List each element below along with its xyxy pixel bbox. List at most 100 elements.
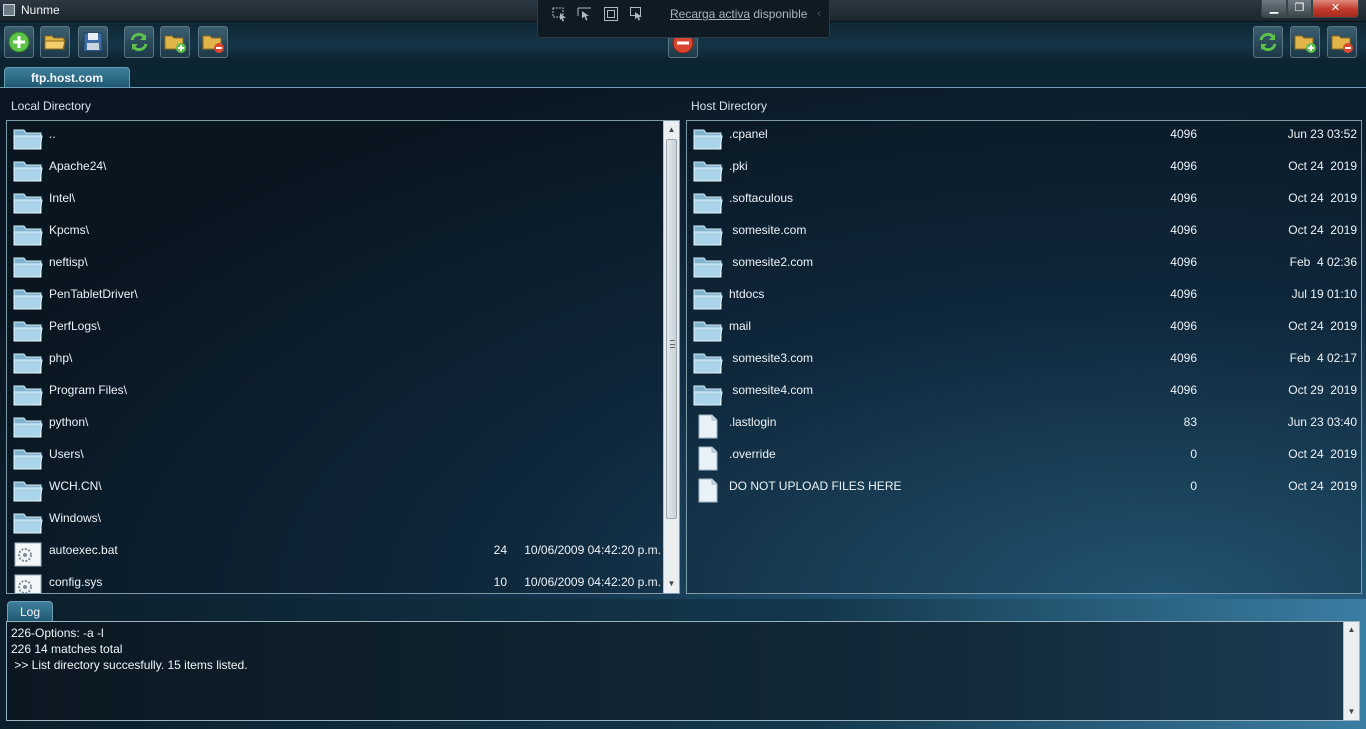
host-size: 83 bbox=[1183, 415, 1197, 429]
host-row[interactable]: htdocs 4096 Jul 19 01:10 bbox=[687, 281, 1361, 313]
local-refresh-button[interactable] bbox=[124, 26, 154, 58]
local-new-folder-button[interactable] bbox=[160, 26, 190, 58]
local-row[interactable]: .. bbox=[7, 121, 679, 153]
host-row[interactable]: mail 4096 Oct 24 2019 bbox=[687, 313, 1361, 345]
reload-banner-text[interactable]: Recarga activa disponible bbox=[670, 7, 807, 21]
host-name: .lastlogin bbox=[729, 415, 777, 429]
local-name: php\ bbox=[49, 351, 73, 365]
host-date: Feb 4 02:17 bbox=[1289, 351, 1357, 365]
local-row[interactable]: autoexec.bat 24 10/06/2009 04:42:20 p.m. bbox=[7, 537, 679, 569]
open-folder-button[interactable] bbox=[40, 26, 70, 58]
system-file-icon bbox=[13, 542, 43, 567]
host-size: 4096 bbox=[1170, 255, 1197, 269]
local-row[interactable]: WCH.CN\ bbox=[7, 473, 679, 505]
local-row[interactable]: config.sys 10 10/06/2009 04:42:20 p.m. bbox=[7, 569, 679, 593]
folder-icon bbox=[693, 382, 723, 407]
local-row[interactable]: Users\ bbox=[7, 441, 679, 473]
folder-icon bbox=[13, 318, 43, 343]
file-icon bbox=[693, 446, 723, 471]
connection-tabs: ftp.host.com bbox=[0, 62, 1366, 88]
close-button[interactable]: ✕ bbox=[1312, 0, 1359, 18]
host-row[interactable]: .override 0 Oct 24 2019 bbox=[687, 441, 1361, 473]
host-row[interactable]: .lastlogin 83 Jun 23 03:40 bbox=[687, 409, 1361, 441]
select-element-icon[interactable] bbox=[551, 6, 569, 24]
maximize-button[interactable]: ❐ bbox=[1287, 0, 1312, 18]
host-row[interactable]: somesite2.com 4096 Feb 4 02:36 bbox=[687, 249, 1361, 281]
host-date: Oct 24 2019 bbox=[1288, 159, 1357, 173]
host-directory-label: Host Directory bbox=[691, 99, 768, 113]
local-name: WCH.CN\ bbox=[49, 479, 102, 493]
local-row[interactable]: PerfLogs\ bbox=[7, 313, 679, 345]
system-file-icon bbox=[13, 574, 43, 593]
save-icon bbox=[83, 32, 103, 52]
folder-icon bbox=[693, 350, 723, 375]
window-title: Nunme bbox=[21, 3, 60, 17]
host-name: .pki bbox=[729, 159, 748, 173]
host-row[interactable]: .cpanel 4096 Jun 23 03:52 bbox=[687, 121, 1361, 153]
host-name: DO NOT UPLOAD FILES HERE bbox=[729, 479, 902, 493]
new-connection-button[interactable] bbox=[4, 26, 34, 58]
local-directory-list[interactable]: ▲ ▼ .. Apache24\ Intel\ Kpcms\ neftisp\ PenTa… bbox=[6, 120, 680, 594]
track-icon[interactable] bbox=[628, 6, 646, 24]
host-size: 4096 bbox=[1170, 159, 1197, 173]
host-row[interactable]: somesite4.com 4096 Oct 29 2019 bbox=[687, 377, 1361, 409]
host-date: Jun 23 03:52 bbox=[1287, 127, 1357, 141]
local-row[interactable]: Apache24\ bbox=[7, 153, 679, 185]
local-row[interactable]: PenTabletDriver\ bbox=[7, 281, 679, 313]
local-name: Apache24\ bbox=[49, 159, 107, 173]
layout-icon[interactable] bbox=[602, 6, 620, 24]
local-name: PenTabletDriver\ bbox=[49, 287, 138, 301]
tab-ftp-host[interactable]: ftp.host.com bbox=[4, 67, 130, 88]
save-button[interactable] bbox=[78, 26, 108, 58]
local-row[interactable]: neftisp\ bbox=[7, 249, 679, 281]
local-row[interactable]: Intel\ bbox=[7, 185, 679, 217]
folder-icon bbox=[13, 126, 43, 151]
scroll-down-arrow[interactable]: ▼ bbox=[1344, 705, 1359, 719]
host-refresh-button[interactable] bbox=[1253, 26, 1283, 58]
local-directory-label: Local Directory bbox=[11, 99, 92, 113]
log-line: >> List directory succesfully. 15 items … bbox=[11, 658, 248, 672]
host-delete-folder-button[interactable] bbox=[1327, 26, 1357, 58]
local-name: Intel\ bbox=[49, 191, 76, 205]
refresh-icon bbox=[1259, 32, 1277, 52]
minimize-button[interactable]: ▁ bbox=[1261, 0, 1287, 18]
host-row[interactable]: DO NOT UPLOAD FILES HERE 0 Oct 24 2019 bbox=[687, 473, 1361, 505]
local-row[interactable]: php\ bbox=[7, 345, 679, 377]
reload-link[interactable]: Recarga activa bbox=[670, 7, 750, 21]
file-icon bbox=[693, 414, 723, 439]
host-date: Oct 24 2019 bbox=[1288, 479, 1357, 493]
host-date: Oct 24 2019 bbox=[1288, 223, 1357, 237]
host-directory-list[interactable]: .cpanel 4096 Jun 23 03:52 .pki 4096 Oct 24 20… bbox=[686, 120, 1362, 594]
folder-icon bbox=[693, 222, 723, 247]
scroll-up-arrow[interactable]: ▲ bbox=[1344, 623, 1359, 637]
log-scrollbar[interactable]: ▲ ▼ bbox=[1343, 622, 1359, 720]
tab-log[interactable]: Log bbox=[7, 601, 53, 622]
reload-suffix: disponible bbox=[750, 7, 808, 21]
folder-icon bbox=[693, 254, 723, 279]
host-row[interactable]: somesite3.com 4096 Feb 4 02:17 bbox=[687, 345, 1361, 377]
local-delete-folder-button[interactable] bbox=[198, 26, 228, 58]
delete-folder-icon bbox=[202, 35, 224, 53]
host-date: Jun 23 03:40 bbox=[1287, 415, 1357, 429]
pointer-icon[interactable] bbox=[576, 6, 594, 24]
host-row[interactable]: .pki 4096 Oct 24 2019 bbox=[687, 153, 1361, 185]
hot-reload-banner: Recarga activa disponible ‹ bbox=[537, 0, 830, 38]
log-output[interactable]: ▲ ▼ 226-Options: -a -l 226 14 matches tot… bbox=[6, 621, 1360, 721]
local-row[interactable]: Kpcms\ bbox=[7, 217, 679, 249]
host-date: Oct 24 2019 bbox=[1288, 191, 1357, 205]
local-name: python\ bbox=[49, 415, 89, 429]
host-row[interactable]: .softaculous 4096 Oct 24 2019 bbox=[687, 185, 1361, 217]
local-row[interactable]: Windows\ bbox=[7, 505, 679, 537]
folder-icon bbox=[13, 350, 43, 375]
local-row[interactable]: Program Files\ bbox=[7, 377, 679, 409]
local-name: Kpcms\ bbox=[49, 223, 90, 237]
folder-icon bbox=[693, 126, 723, 151]
local-row[interactable]: python\ bbox=[7, 409, 679, 441]
folder-icon bbox=[13, 414, 43, 439]
host-row[interactable]: somesite.com 4096 Oct 24 2019 bbox=[687, 217, 1361, 249]
chevron-left-icon[interactable]: ‹ bbox=[817, 6, 821, 20]
host-date: Oct 29 2019 bbox=[1288, 383, 1357, 397]
local-size: 24 bbox=[493, 543, 507, 557]
folder-icon bbox=[13, 510, 43, 535]
host-new-folder-button[interactable] bbox=[1290, 26, 1320, 58]
